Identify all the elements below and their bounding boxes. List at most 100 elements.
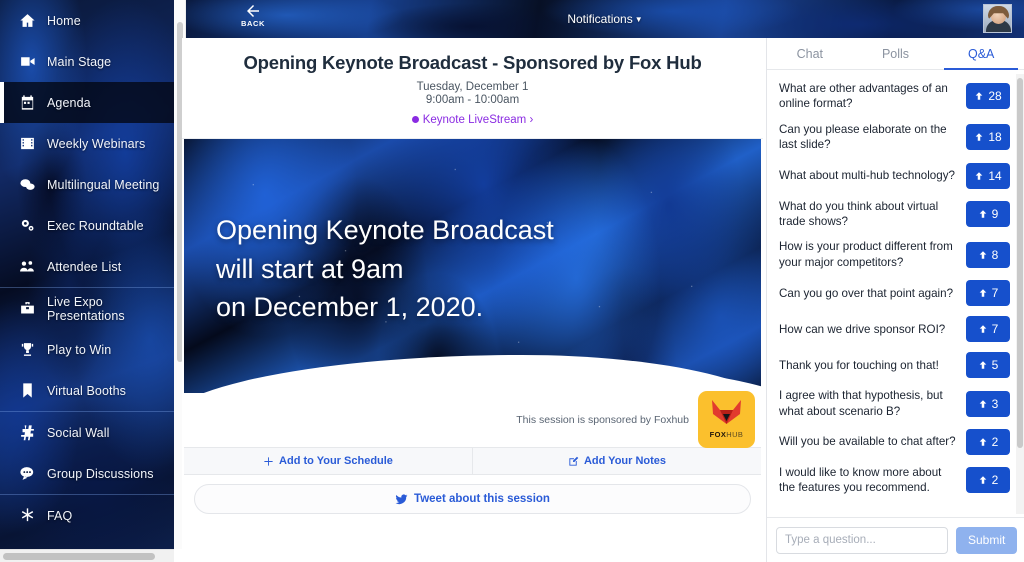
add-to-schedule-button[interactable]: Add to Your Schedule	[184, 448, 472, 474]
gears-icon	[19, 217, 36, 234]
sidebar-item-social-wall[interactable]: Social Wall	[0, 412, 174, 453]
sidebar-item-exec-roundtable[interactable]: Exec Roundtable	[0, 205, 174, 246]
livestream-link[interactable]: Keynote LiveStream ›	[192, 114, 753, 126]
submit-question-button[interactable]: Submit	[956, 526, 1018, 554]
qa-list-scroll-thumb[interactable]	[1017, 78, 1023, 448]
session-date: Tuesday, December 1	[416, 81, 529, 93]
qa-upvote-button[interactable]: 3	[966, 390, 1010, 417]
session-banner[interactable]: Opening Keynote Broadcast will start at …	[184, 139, 761, 393]
sponsor-strip: This session is sponsored by Foxhub FOXH…	[184, 390, 761, 448]
sidebar-item-label: Live Expo Presentations	[47, 294, 125, 323]
briefcase-icon	[19, 300, 36, 317]
arrow-up-icon	[978, 288, 988, 298]
qa-question-row: Will you be available to chat after? 2	[767, 424, 1024, 460]
sidebar-item-group-discussions[interactable]: Group Discussions	[0, 453, 174, 494]
sidebar-item-main-stage[interactable]: Main Stage	[0, 41, 174, 82]
qa-upvote-count: 18	[988, 130, 1002, 145]
tab-chat[interactable]: Chat	[767, 38, 853, 69]
qa-upvote-button[interactable]: 7	[966, 316, 1010, 343]
qa-question-row: Can you please elaborate on the last sli…	[767, 117, 1024, 158]
qa-question-row: What are other advantages of an online f…	[767, 76, 1024, 117]
tab-polls[interactable]: Polls	[853, 38, 939, 69]
qa-question-text: I would like to know more about the feat…	[779, 466, 942, 495]
foxhub-logo[interactable]: FOXHUB	[698, 390, 755, 448]
sidebar-item-label: Weekly Webinars	[47, 136, 146, 151]
qa-question-text: How can we drive sponsor ROI?	[779, 322, 946, 336]
notifications-label: Notifications	[567, 12, 633, 26]
arrow-up-icon	[978, 437, 988, 447]
sidebar-item-label: Group Discussions	[47, 466, 154, 481]
qa-upvote-button[interactable]: 28	[966, 83, 1010, 110]
qa-question-text: How is your product different from your …	[779, 240, 953, 269]
sidebar-item-live-expo-presentations[interactable]: Live Expo Presentations	[0, 288, 174, 329]
qa-question-list[interactable]: What are other advantages of an online f…	[767, 70, 1024, 517]
pencil-square-icon	[568, 456, 579, 467]
sidebar-group-0: Home Main Stage Agenda Weekly Webinars Multi…	[0, 0, 174, 288]
question-input[interactable]	[776, 526, 948, 554]
qa-upvote-button[interactable]: 7	[966, 280, 1010, 307]
sidebar-item-multilingual-meeting[interactable]: Multilingual Meeting	[0, 164, 174, 205]
arrow-up-icon	[978, 324, 988, 334]
add-notes-button[interactable]: Add Your Notes	[472, 448, 761, 474]
sidebar-horizontal-scroll-thumb[interactable]	[3, 553, 155, 560]
qa-upvote-button[interactable]: 8	[966, 241, 1010, 268]
sidebar-group-3: FAQ	[0, 495, 174, 536]
qa-question-text: Can you go over that point again?	[779, 286, 954, 300]
sidebar-item-label: Home	[47, 13, 81, 28]
sidebar-item-faq[interactable]: FAQ	[0, 495, 174, 536]
qa-upvote-count: 8	[991, 247, 999, 262]
qa-question-text: What do you think about virtual trade sh…	[779, 199, 939, 229]
qa-upvote-count: 7	[991, 322, 999, 337]
qa-upvote-button[interactable]: 2	[966, 467, 1010, 494]
qa-upvote-button[interactable]: 18	[966, 124, 1010, 151]
sidebar-horizontal-scrollbar[interactable]	[0, 549, 174, 562]
tweet-about-session-button[interactable]: Tweet about this session	[194, 484, 751, 514]
qa-upvote-count: 5	[991, 358, 999, 373]
qa-question-row: Thank you for touching on that! 5	[767, 347, 1024, 383]
arrow-up-icon	[978, 360, 988, 370]
sidebar-item-home[interactable]: Home	[0, 0, 174, 41]
arrow-up-icon	[978, 475, 988, 485]
sidebar-item-virtual-booths[interactable]: Virtual Booths	[0, 370, 174, 411]
sidebar-group-2: Social Wall Group Discussions	[0, 412, 174, 495]
qa-question-row: Can you go over that point again? 7	[767, 275, 1024, 311]
plus-icon	[263, 456, 274, 467]
qa-upvote-button[interactable]: 2	[966, 429, 1010, 456]
engagement-panel: Chat Polls Q&A What are other advantages o…	[766, 38, 1024, 562]
sidebar-item-attendee-list[interactable]: Attendee List	[0, 246, 174, 287]
sidebar-item-label: Virtual Booths	[47, 383, 126, 398]
sidebar-item-agenda[interactable]: Agenda	[0, 82, 174, 123]
qa-upvote-count: 28	[988, 89, 1002, 104]
qa-question-row: I would like to know more about the feat…	[767, 460, 1024, 501]
qa-upvote-count: 14	[988, 168, 1002, 183]
qa-upvote-button[interactable]: 14	[966, 162, 1010, 189]
arrow-up-icon	[978, 209, 988, 219]
film-icon	[19, 135, 36, 152]
sidebar-item-play-to-win[interactable]: Play to Win	[0, 329, 174, 370]
avatar[interactable]	[983, 4, 1012, 33]
sidebar-item-weekly-webinars[interactable]: Weekly Webinars	[0, 123, 174, 164]
tweet-button-label: Tweet about this session	[414, 493, 550, 505]
event-platform-window: Home Main Stage Agenda Weekly Webinars Multi…	[0, 0, 1024, 562]
qa-upvote-count: 3	[991, 396, 999, 411]
session-header: Opening Keynote Broadcast - Sponsored by…	[182, 38, 763, 139]
qa-question-row: How is your product different from your …	[767, 234, 1024, 275]
qa-question-text: Can you please elaborate on the last sli…	[779, 122, 947, 152]
qa-question-row: How can we drive sponsor ROI? 7	[767, 311, 1024, 347]
foxhub-logo-light: HUB	[726, 429, 744, 439]
arrow-up-icon	[978, 399, 988, 409]
notifications-dropdown[interactable]: Notifications ▼	[186, 12, 1024, 26]
qa-upvote-button[interactable]: 9	[966, 201, 1010, 228]
qa-question-text: Will you be available to chat after?	[779, 435, 956, 449]
qa-upvote-count: 2	[991, 473, 999, 488]
qa-compose-bar: Submit	[767, 517, 1024, 562]
qa-list-scrollbar[interactable]	[1016, 74, 1024, 514]
arrow-up-icon	[978, 250, 988, 260]
chevron-down-icon: ▼	[634, 15, 643, 24]
qa-upvote-button[interactable]: 5	[966, 352, 1010, 379]
session-action-bar: Add to Your Schedule Add Your Notes	[184, 447, 761, 475]
chat-bubbles-icon	[19, 176, 36, 193]
tab-q-a[interactable]: Q&A	[938, 38, 1024, 70]
calendar-icon	[19, 94, 36, 111]
top-bar: BACK Notifications ▼	[186, 0, 1024, 38]
